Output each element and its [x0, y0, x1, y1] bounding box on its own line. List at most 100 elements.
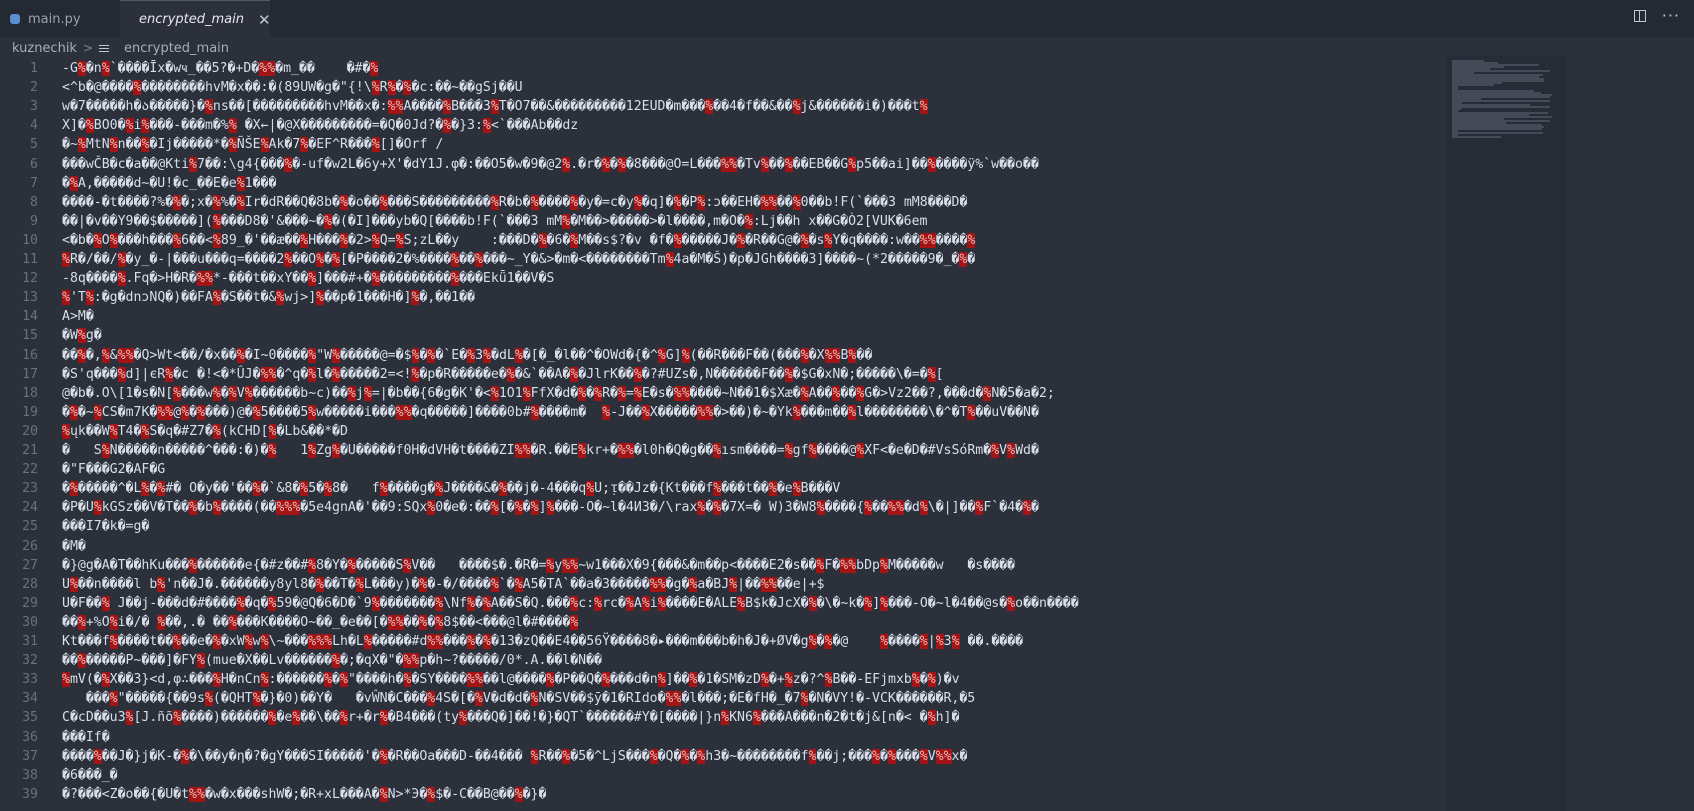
- code-line[interactable]: 39 �?���<Z�o��{�U�t%%�w�x���shW�;�R+xL���…: [0, 785, 1566, 804]
- line-text: <^b�@����%��������hvM�x��:�(89UW�g�"{!\%…: [62, 80, 523, 96]
- more-actions-icon[interactable]: ···: [1662, 8, 1680, 24]
- breadcrumb-separator: >: [82, 41, 94, 55]
- line-text: -G%�n%`����Īx�wҹ_��5?�+D�%%�m_�� �#�%: [62, 61, 379, 76]
- line-text: <�b�%O%���h���%6��<%89_�'��æ��%H���%�2>%…: [62, 232, 976, 248]
- code-line[interactable]: 17 �S'q���%d]|єR%�c �!<�*ÛJ�%%�^q�%l�%���…: [0, 365, 1566, 384]
- line-number: 3: [30, 99, 38, 115]
- split-editor-icon[interactable]: [1633, 10, 1646, 22]
- code-line[interactable]: 15 �W%g�: [0, 326, 1566, 345]
- line-number: 22: [22, 462, 38, 478]
- line-number: 4: [30, 118, 38, 134]
- code-line[interactable]: 38 �6���_�: [0, 766, 1566, 785]
- code-line[interactable]: 29 U�F��% J��j-���d�#����%�q�%59�@Q�6�D�`…: [0, 594, 1566, 613]
- line-number: 36: [22, 729, 38, 745]
- line-number: 10: [22, 232, 38, 248]
- line-text: %R�/��/%�y_�-|���u���q=����2%��O%�%[�P��…: [62, 252, 976, 267]
- code-line[interactable]: 33 %mV(�%X��3}<d,φ∴���%H�nCn%:������%�%"�…: [0, 670, 1566, 689]
- line-number: 24: [22, 500, 38, 516]
- line-text: ����%��J�}j�K-�%�\��y�η�?�gY���SI�����'�…: [62, 748, 968, 764]
- code-line[interactable]: 8 ����-�t����?%�%�;x�%%�%Ir�dR��Q�8b�%�o�…: [0, 193, 1566, 212]
- code-line[interactable]: 21 � S%N�����n�����^���:�)�% 1%Zg%�U�����…: [0, 441, 1566, 460]
- code-line[interactable]: 36 ���If�: [0, 728, 1566, 747]
- minimap-line: [1452, 106, 1551, 108]
- code-line[interactable]: 32 ��%�����P~���]�FY%(mue�X��Lv������%�;�…: [0, 651, 1566, 670]
- line-number: 38: [22, 767, 38, 783]
- line-text: U%��n����l b%'n��J�.������y8yl8�%��T�%L�…: [62, 576, 825, 592]
- line-number: 35: [22, 710, 38, 726]
- line-text: ����-�t����?%�%�;x�%%�%Ir�dR��Q�8b�%�o��…: [62, 194, 968, 210]
- line-text: ���wČB�c�a��@Kti%7��:\g4{���%�-uf�w2L�6y…: [62, 156, 1039, 172]
- close-icon[interactable]: ✕: [258, 11, 271, 29]
- code-line[interactable]: 7 �%A,�����d~�U!�c_��E�e%1���: [0, 174, 1566, 193]
- code-line[interactable]: 27 �}@g�A�T��hKu���%������e{�#z��#%8�Y�%�…: [0, 556, 1566, 575]
- code-line[interactable]: 1 -G%�n%`����Īx�wҹ_��5?�+D�%%�m_�� �#�%: [0, 59, 1566, 78]
- line-number: 19: [22, 404, 38, 420]
- line-text: w�7�����h�ა�����}�%ns��[���������hvM��x�…: [62, 99, 928, 115]
- code-line[interactable]: 26 �M�: [0, 537, 1566, 556]
- line-text: -8q����%.Fq�>H�R�%%*-���t��xY��%]���#+�%…: [62, 271, 555, 287]
- line-number: 31: [22, 634, 38, 649]
- minimap-line: [1452, 132, 1544, 134]
- line-text: ���I7�k�=g�: [62, 519, 150, 535]
- line-text: ���%"�����{��9s%(�QHT%�}�0)��Y� �vŴN�C��…: [62, 691, 976, 707]
- code-line[interactable]: 3 w�7�����h�ა�����}�%ns��[���������hvM��x…: [0, 97, 1566, 116]
- code-line[interactable]: 31 Kt���f%����t��%��e�%�xW%w%\~���%%%Lh�L…: [0, 632, 1566, 651]
- line-text: %ųk��W%T4�%S�q�#Z7�%(kCHD[%�Lb&��*�D: [62, 423, 348, 439]
- breadcrumb-file[interactable]: encrypted_main: [124, 41, 229, 56]
- line-text: �?���<Z�o��{�U�t%%�w�x���shW�;�R+xL���A�…: [62, 786, 547, 802]
- line-number: 11: [22, 252, 38, 267]
- line-text: A>M�: [62, 309, 94, 325]
- code-line[interactable]: 10 <�b�%O%���h���%6��<%89_�'��æ��%H���%�2…: [0, 231, 1566, 250]
- code-line[interactable]: 6 ���wČB�c�a��@Kti%7��:\g4{���%�-uf�w2L�6…: [0, 155, 1566, 174]
- code-line[interactable]: 12 -8q����%.Fq�>H�R�%%*-���t��xY��%]���#+…: [0, 269, 1566, 288]
- line-text: �}@g�A�T��hKu���%������e{�#z��#%8�Y�%���…: [62, 557, 1015, 573]
- line-number: 5: [30, 137, 38, 153]
- tab-bar: main.py encrypted_main ✕ ···: [0, 0, 1694, 38]
- line-number: 2: [30, 80, 38, 96]
- code-line[interactable]: 20 %ųk��W%T4�%S�q�#Z7�%(kCHD[%�Lb&��*�D: [0, 422, 1566, 441]
- tab-encrypted-main[interactable]: encrypted_main ✕: [120, 0, 271, 38]
- code-line[interactable]: 4 X]�%BO0�%i%���-���m�%% �X←|�@X���������…: [0, 116, 1566, 135]
- code-line[interactable]: 13 %'T%:�g�dnɔNQ�)��FA%�S��t�&%wj>]%��p�1…: [0, 288, 1566, 307]
- code-line[interactable]: 14 A>M�: [0, 307, 1566, 326]
- code-editor[interactable]: 1 -G%�n%`����Īx�wҹ_��5?�+D�%%�m_�� �#�% 2 <…: [0, 56, 1566, 811]
- minimap[interactable]: [1446, 56, 1566, 811]
- line-text: ��%+%O%i�/� %��,.� ��%���K����O~��_�e��[…: [62, 614, 579, 630]
- line-text: %'T%:�g�dnɔNQ�)��FA%�S��t�&%wj>]%��p�1��…: [62, 290, 475, 306]
- code-line[interactable]: 18 @�b�.O\[1�s�N[%���w%�%V%������b~c)��%j…: [0, 384, 1566, 403]
- line-text: �P�U%kGSz��V�T��%�b%����(��%%%�5e4gnA�'�…: [62, 500, 1039, 516]
- line-number: 29: [22, 595, 38, 611]
- code-line[interactable]: 37 ����%��J�}j�K-�%�\��y�η�?�gY���SI�����…: [0, 747, 1566, 766]
- code-line[interactable]: 35 C�cD��u3%[J.ñõ%����)������%�e%��\��%r+…: [0, 708, 1566, 727]
- line-number: 25: [22, 519, 38, 535]
- code-line[interactable]: 30 ��%+%O%i�/� %��,.� ��%���K����O~��_�e�…: [0, 613, 1566, 632]
- code-line[interactable]: 5 �~%MtN%n��%�Ij�����*�%ÑŠE%Ak�7%�EF^R���…: [0, 135, 1566, 154]
- line-text: �%�~%CS�m7K�%%@%�%���)@�%5����5%w�����i�…: [62, 404, 1039, 420]
- line-number: 28: [22, 576, 38, 592]
- code-line[interactable]: 25 ���I7�k�=g�: [0, 517, 1566, 536]
- breadcrumb-folder[interactable]: kuznechik: [12, 41, 77, 56]
- code-line[interactable]: 24 �P�U%kGSz��V�T��%�b%����(��%%%�5e4gnA�…: [0, 498, 1566, 517]
- minimap-line: [1452, 128, 1543, 130]
- tab-main-py[interactable]: main.py: [0, 0, 120, 38]
- code-line[interactable]: 22 �"F���G2�AF�G: [0, 460, 1566, 479]
- code-line[interactable]: 19 �%�~%CS�m7K�%%@%�%���)@�%5����5%w�����…: [0, 403, 1566, 422]
- line-text: �M�: [62, 538, 86, 554]
- code-line[interactable]: 16 ��%�,%&%%�Q>Wt<��/�x��%�I~0����%"W%���…: [0, 346, 1566, 365]
- line-text: U�F��% J��j-���d�#����%�q�%59�@Q�6�D�`9%…: [62, 595, 1079, 611]
- code-line[interactable]: 34 ���%"�����{��9s%(�QHT%�}�0)��Y� �vŴN�…: [0, 689, 1566, 708]
- line-text: �S'q���%d]|єR%�c �!<�*ÛJ�%%�^q�%l�%�����…: [62, 366, 944, 382]
- code-line[interactable]: 28 U%��n����l b%'n��J�.������y8yl8�%��T�%…: [0, 575, 1566, 594]
- line-text: �%�����^�L%�%#� O�y��'��%�`&8�%5�%8� f%�…: [62, 481, 841, 497]
- line-text: �W%g�: [62, 328, 102, 344]
- line-text: X]�%BO0�%i%���-���m�%% �X←|�@X���������=…: [62, 118, 579, 134]
- line-number: 23: [22, 481, 38, 497]
- code-line[interactable]: 2 <^b�@����%��������hvM�x��:�(89UW�g�"{!\…: [0, 78, 1566, 97]
- line-number: 32: [22, 653, 38, 669]
- code-line[interactable]: 23 �%�����^�L%�%#� O�y��'��%�`&8�%5�%8� f…: [0, 479, 1566, 498]
- code-line[interactable]: 11 %R�/��/%�y_�-|���u���q=����2%��O%�%[�P…: [0, 250, 1566, 269]
- line-number: 18: [22, 385, 38, 401]
- breadcrumb: kuznechik > encrypted_main: [12, 40, 229, 56]
- minimap-line: [1452, 84, 1494, 86]
- code-line[interactable]: 9 ��|�v��Y9��$�����](%���D8�'&���~�%�(�I]…: [0, 212, 1566, 231]
